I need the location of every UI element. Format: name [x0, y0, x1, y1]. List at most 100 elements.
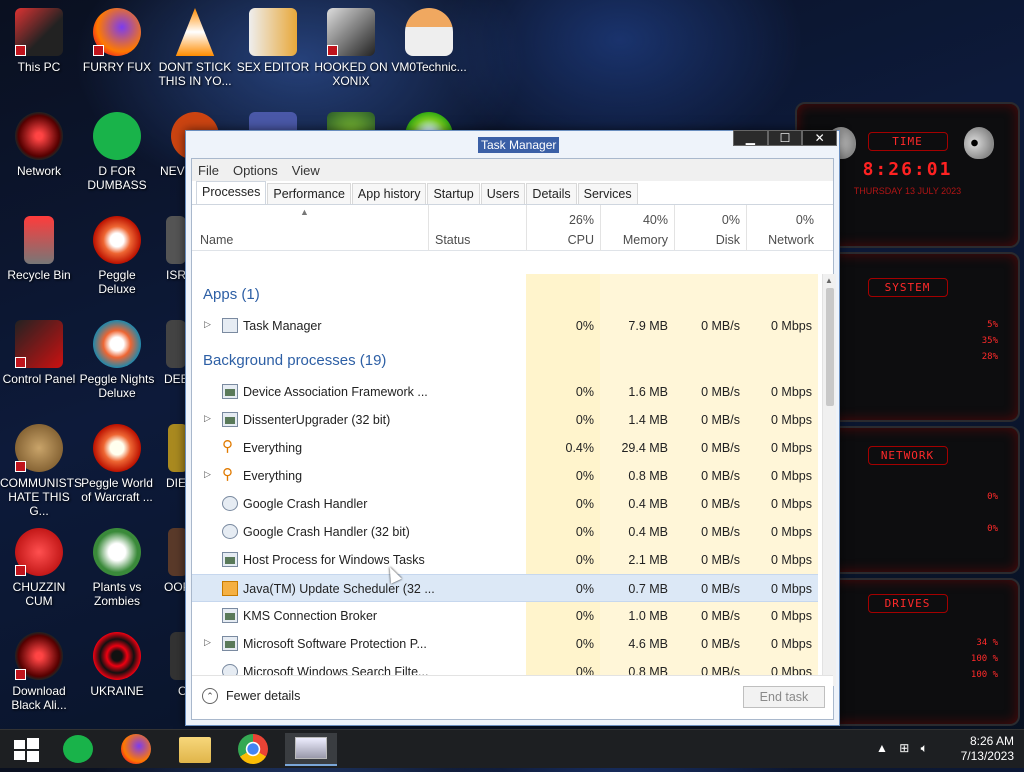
system-tray: ▲ ⊞ 🔈︎ [876, 741, 928, 756]
maximize-button[interactable]: ☐ [767, 130, 803, 146]
table-row[interactable]: Device Association Framework ... 0% 1.6 … [192, 378, 818, 406]
volume-icon[interactable]: 🔈︎ [921, 741, 928, 755]
magnifier-icon: ⚲ [222, 466, 233, 483]
chevron-right-icon[interactable]: ▷ [204, 319, 211, 330]
tab-bar: Processes Performance App history Startu… [192, 181, 833, 205]
process-memory: 0.7 MB [628, 582, 668, 596]
close-button[interactable]: ✕ [802, 130, 838, 146]
process-network: 0 Mbps [771, 469, 812, 483]
desktop-icon-plants-vs-zombies[interactable]: Plants vs Zombies [78, 528, 156, 608]
table-row[interactable]: ▷ ⚲ Everything 0% 0.8 MB 0 MB/s 0 Mbps [192, 462, 818, 490]
group-background: Background processes (19) [203, 352, 387, 369]
vertical-scrollbar[interactable]: ▲ ▼ [822, 274, 836, 686]
scroll-thumb[interactable] [826, 288, 834, 406]
chevron-right-icon[interactable]: ▷ [204, 413, 211, 424]
process-cpu: 0.4% [565, 441, 595, 455]
table-row[interactable]: Google Crash Handler 0% 0.4 MB 0 MB/s 0 … [192, 490, 818, 518]
minimize-button[interactable]: ▁ [733, 130, 768, 146]
tab-processes[interactable]: Processes [196, 181, 267, 204]
table-row[interactable]: KMS Connection Broker 0% 1.0 MB 0 MB/s 0… [192, 602, 818, 630]
desktop-icon-label: Download Black Ali... [11, 684, 67, 712]
desktop-icon-peggle-deluxe[interactable]: Peggle Deluxe [78, 216, 156, 296]
column-disk[interactable]: 0% Disk [674, 205, 746, 251]
desktop-icon-chuzzin-cum[interactable]: CHUZZIN CUM [0, 528, 78, 608]
table-row[interactable]: ▷ Microsoft Software Protection P... 0% … [192, 630, 818, 658]
table-row-selected[interactable]: Java(TM) Update Scheduler (32 ... 0% 0.7… [192, 574, 818, 602]
tab-services[interactable]: Services [577, 183, 638, 204]
process-disk: 0 MB/s [701, 319, 740, 333]
desktop-icon-control-panel[interactable]: Control Panel [0, 320, 78, 386]
column-cpu[interactable]: 26% CPU [526, 205, 600, 251]
desktop-icon-vm0technic[interactable]: VM0Technic... [390, 8, 468, 74]
tab-details[interactable]: Details [526, 183, 577, 204]
column-network[interactable]: 0% Network [746, 205, 820, 251]
end-task-button[interactable]: End task [743, 686, 825, 708]
taskbar-file-explorer[interactable] [173, 733, 217, 766]
tab-app-history[interactable]: App history [351, 183, 427, 204]
table-row[interactable]: Google Crash Handler (32 bit) 0% 0.4 MB … [192, 518, 818, 546]
process-disk: 0 MB/s [701, 385, 740, 399]
process-disk: 0 MB/s [701, 469, 740, 483]
desktop-icon-sex-editor[interactable]: SEX EDITOR [234, 8, 312, 74]
column-memory[interactable]: 40% Memory [600, 205, 674, 251]
desktop-icon-dont-stick[interactable]: DONT STICK THIS IN YO... [156, 8, 234, 88]
process-disk: 0 MB/s [701, 441, 740, 455]
process-network: 0 Mbps [771, 319, 812, 333]
task-manager-window[interactable]: File Options View Processes Performance … [185, 130, 840, 726]
clock[interactable]: 8:26 AM 7/13/2023 [961, 734, 1014, 764]
process-name: DissenterUpgrader (32 bit) [243, 413, 391, 427]
fewer-details-button[interactable]: ⌃ Fewer details [202, 688, 300, 704]
column-cpu-label: CPU [567, 233, 594, 247]
desktop-icon-d-for-dumbass[interactable]: D FOR DUMBASS [78, 112, 156, 192]
table-row[interactable]: ⚲ Everything 0.4% 29.4 MB 0 MB/s 0 Mbps [192, 434, 818, 462]
desktop-icon-peggle-wow[interactable]: Peggle World of Warcraft ... [78, 424, 156, 504]
network-total: 0% [795, 213, 814, 227]
desktop-icon-label: Control Panel [2, 372, 76, 386]
process-cpu: 0% [575, 609, 594, 623]
desktop-icon-download-black[interactable]: Download Black Ali... [0, 632, 78, 712]
desktop-icon-network[interactable]: Network [0, 112, 78, 178]
process-name: Microsoft Software Protection P... [243, 637, 427, 651]
column-status[interactable]: Status [428, 205, 526, 251]
desktop-icon-label: DONT STICK THIS IN YO... [158, 60, 232, 88]
column-name-label: Name [200, 233, 234, 247]
desktop-icon-peggle-nights[interactable]: Peggle Nights Deluxe [78, 320, 156, 400]
process-name: Google Crash Handler [243, 497, 368, 511]
taskbar-chrome[interactable] [231, 733, 275, 766]
process-network: 0 Mbps [771, 441, 812, 455]
desktop-icon-ukraine[interactable]: UKRAINE [78, 632, 156, 698]
chevron-up-icon[interactable]: ▲ [876, 741, 888, 755]
network-icon [15, 112, 63, 160]
folder-icon [179, 737, 211, 763]
process-cpu: 0% [575, 525, 594, 539]
chevron-right-icon[interactable]: ▷ [204, 469, 211, 480]
network-icon[interactable]: ⊞ [899, 741, 909, 755]
taskbar-task-manager[interactable] [285, 733, 337, 766]
start-button[interactable] [4, 733, 48, 766]
desktop-icon-label: Plants vs Zombies [92, 580, 142, 608]
desktop-icon-this-pc[interactable]: This PC [0, 8, 78, 74]
process-cpu: 0% [575, 385, 594, 399]
desktop-icon-hooked-on-xonix[interactable]: HOOKED ON XONIX [312, 8, 390, 88]
menu-view[interactable]: View [292, 163, 320, 178]
menu-options[interactable]: Options [233, 163, 278, 178]
table-row[interactable]: ▷ DissenterUpgrader (32 bit) 0% 1.4 MB 0… [192, 406, 818, 434]
alien-icon [15, 632, 63, 680]
taskbar-chat-app[interactable] [56, 733, 100, 766]
chevron-right-icon[interactable]: ▷ [204, 637, 211, 648]
table-row[interactable]: Host Process for Windows Tasks 0% 2.1 MB… [192, 546, 818, 574]
tab-users[interactable]: Users [480, 183, 526, 204]
desktop-icon-furry-fux[interactable]: FURRY FUX [78, 8, 156, 74]
desktop-icon-communists[interactable]: COMMUNISTS HATE THIS G... [0, 424, 82, 518]
tab-startup[interactable]: Startup [427, 183, 480, 204]
footer-bar: ⌃ Fewer details End task [192, 675, 833, 719]
desktop-icon-recycle-bin[interactable]: Recycle Bin [0, 216, 78, 282]
column-name[interactable]: ▲ Name [192, 205, 428, 251]
menu-file[interactable]: File [198, 163, 219, 178]
taskbar-firefox[interactable] [114, 733, 158, 766]
process-memory: 7.9 MB [628, 319, 668, 333]
scroll-up-icon[interactable]: ▲ [825, 276, 833, 285]
table-row[interactable]: ▷ Task Manager 0% 7.9 MB 0 MB/s 0 Mbps [192, 312, 818, 340]
process-disk: 0 MB/s [701, 497, 740, 511]
tab-performance[interactable]: Performance [267, 183, 351, 204]
